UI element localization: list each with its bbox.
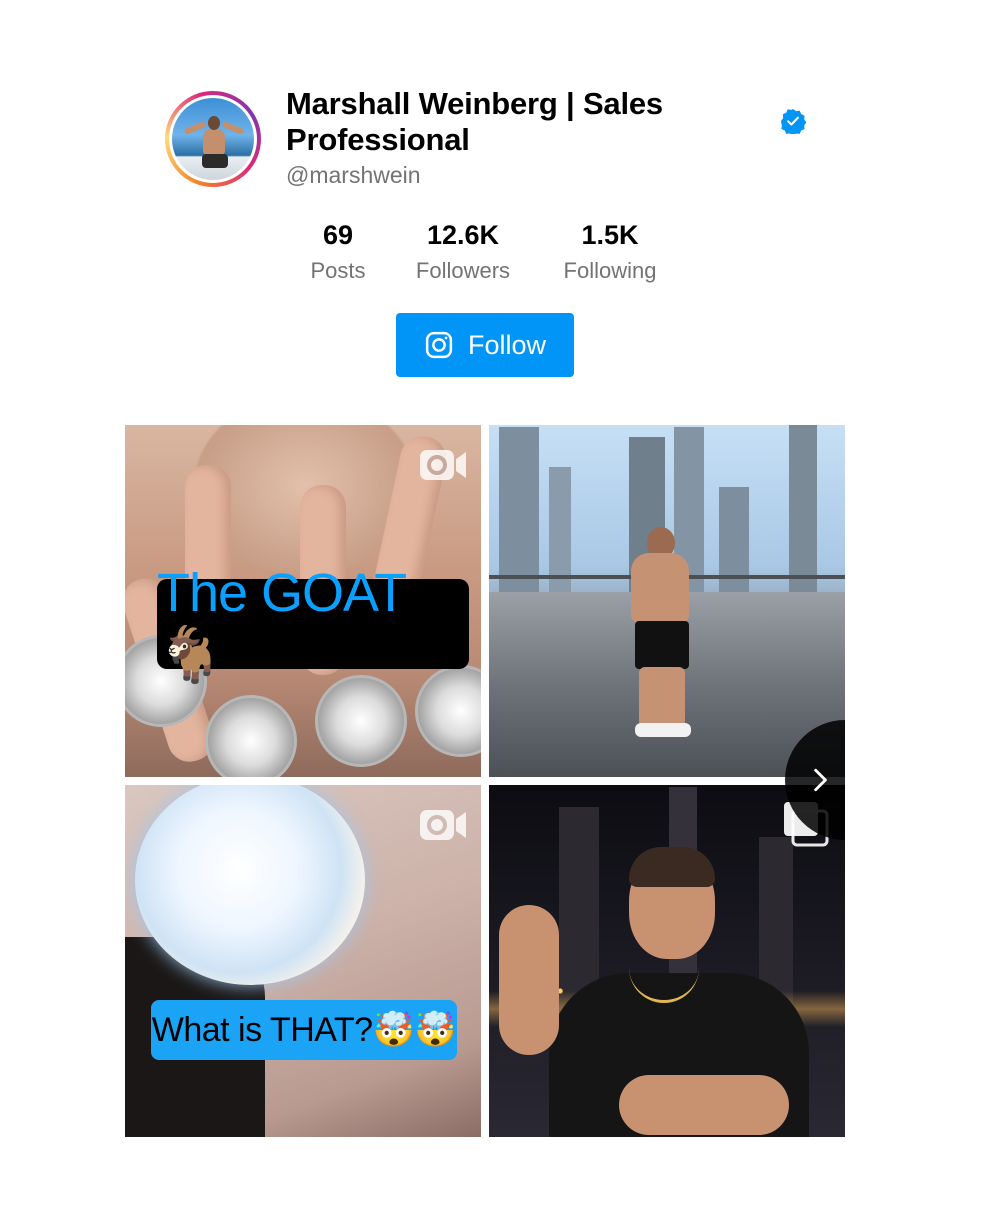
profile-stats: 69 Posts 12.6K Followers 1.5K Following xyxy=(0,218,986,288)
stat-followers[interactable]: 12.6K Followers xyxy=(402,218,524,288)
post-tile-2[interactable] xyxy=(489,425,845,777)
verified-badge-icon xyxy=(780,108,806,134)
stat-value: 69 xyxy=(322,220,354,250)
profile-handle[interactable]: @marshwein xyxy=(286,162,421,189)
stat-value: 12.6K xyxy=(426,220,500,250)
avatar-story-ring[interactable] xyxy=(165,91,261,187)
post-caption: The GOAT🐐 xyxy=(157,563,469,685)
instagram-profile-embed: Marshall Weinberg | Sales Professional @… xyxy=(0,0,986,1231)
stat-label: Followers xyxy=(415,258,511,283)
avatar[interactable] xyxy=(172,98,254,180)
posts-grid: The GOAT🐐 What is THAT?🤯🤯 xyxy=(125,425,845,1137)
profile-name[interactable]: Marshall Weinberg | Sales Professional xyxy=(286,86,756,158)
stat-label: Posts xyxy=(310,258,366,283)
chevron-right-icon xyxy=(814,768,827,792)
watch-image xyxy=(135,785,365,985)
post-caption: What is THAT?🤯🤯 xyxy=(151,1000,457,1060)
next-posts-button[interactable] xyxy=(785,720,845,840)
stat-label: Following xyxy=(563,258,657,283)
stat-following[interactable]: 1.5K Following xyxy=(550,218,670,288)
post-tile-1[interactable]: The GOAT🐐 xyxy=(125,425,481,777)
stat-value: 1.5K xyxy=(581,220,639,250)
video-camera-icon xyxy=(420,810,466,840)
stat-posts: 69 Posts xyxy=(298,218,378,288)
post-tile-4[interactable] xyxy=(489,785,845,1137)
instagram-icon xyxy=(425,331,453,359)
video-camera-icon xyxy=(420,450,466,480)
post-tile-3[interactable]: What is THAT?🤯🤯 xyxy=(125,785,481,1137)
follow-button[interactable]: Follow xyxy=(396,313,574,377)
follow-button-label: Follow xyxy=(467,329,547,360)
